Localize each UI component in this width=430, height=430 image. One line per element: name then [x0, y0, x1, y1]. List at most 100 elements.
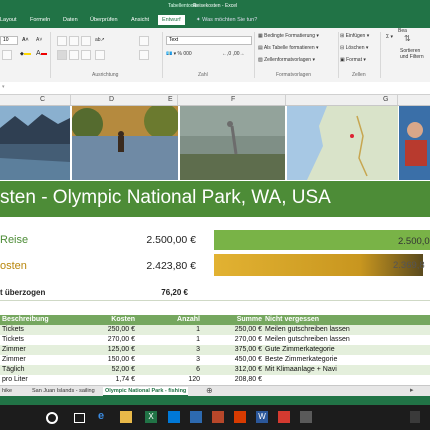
formula-bar[interactable]: ▾	[0, 82, 430, 95]
excel-icon[interactable]: X	[145, 411, 157, 423]
office-icon[interactable]	[234, 411, 246, 423]
group-label-number: Zahl	[198, 72, 208, 78]
column-header-d[interactable]: D	[109, 96, 114, 103]
orientation-icon[interactable]: ab↗	[95, 37, 105, 43]
table-row[interactable]: Tickets 270,00 € 1 270,00 € Meilen gutsc…	[0, 335, 430, 345]
app-icon[interactable]	[278, 411, 290, 423]
align-middle-icon[interactable]	[69, 36, 79, 46]
indent-icon[interactable]	[95, 50, 105, 60]
decimal-icon[interactable]: ←,0 ,00→	[222, 51, 245, 57]
format-as-table-button[interactable]: ▤ Als Tabelle formatieren ▾	[258, 45, 319, 51]
merge-center-icon[interactable]	[139, 50, 149, 60]
cell-summe: 270,00 €	[234, 336, 262, 343]
cell-beschreibung: Zimmer	[2, 356, 26, 363]
tab-formeln[interactable]: Formeln	[30, 17, 50, 23]
formula-expand-icon[interactable]: ▾	[2, 84, 5, 90]
header-anzahl[interactable]: Anzahl	[160, 316, 200, 323]
banner-title: sten - Olympic National Park, WA, USA	[0, 187, 331, 208]
cell-nicht-vergessen: Mit Klimaanlage + Navi	[265, 366, 337, 373]
align-center-icon[interactable]	[69, 50, 79, 60]
header-summe[interactable]: Summe	[222, 316, 262, 323]
add-sheet-icon[interactable]: ⊕	[206, 386, 213, 395]
ppt-icon[interactable]	[212, 411, 224, 423]
tab-ansicht[interactable]: Ansicht	[131, 17, 149, 23]
divider	[0, 300, 430, 301]
header-kosten[interactable]: Kosten	[95, 316, 135, 323]
column-header-g[interactable]: G	[383, 96, 388, 103]
borders-icon[interactable]	[2, 50, 12, 60]
sheet-tab-hike[interactable]: hike	[0, 387, 14, 395]
column-header-f[interactable]: F	[231, 96, 235, 103]
conditional-formatting-button[interactable]: ▦ Bedingte Formatierung ▾	[258, 33, 319, 39]
align-right-icon[interactable]	[81, 50, 91, 60]
cell-styles-button[interactable]: ▧ Zellenformatvorlagen ▾	[258, 57, 315, 63]
cell-nicht-vergessen: Gute Zimmerkategorie	[265, 346, 335, 353]
cell-beschreibung: Tickets	[2, 326, 24, 333]
app-icon[interactable]	[300, 411, 312, 423]
table-row[interactable]: pro Liter 1,74 € 120 208,80 €	[0, 375, 430, 385]
task-view-icon[interactable]	[74, 413, 85, 423]
title-bar: Tabellentools Reisekosten - Excel	[0, 0, 430, 14]
ribbon: 10 A˄ A˅ ◆ A ab↗ Ausrichtung Text 💶 ▾ % …	[0, 28, 430, 83]
column-header-c[interactable]: C	[40, 96, 45, 103]
sheet-tabs: hike San Juan Islands - sailing Olympic …	[0, 385, 430, 396]
cost-bar	[214, 254, 423, 276]
table-row[interactable]: Zimmer 125,00 € 3 375,00 € Gute Zimmerka…	[0, 345, 430, 355]
sort-filter-button[interactable]: Sortieren und Filtern	[400, 48, 430, 60]
cell-anzahl: 1	[196, 326, 200, 333]
cell-kosten: 125,00 €	[107, 346, 135, 353]
shrink-font-icon[interactable]: A˅	[36, 37, 42, 43]
sheet-tab-san-juan[interactable]: San Juan Islands - sailing	[30, 387, 97, 395]
cell-anzahl: 120	[188, 376, 200, 383]
cell-kosten: 270,00 €	[107, 336, 135, 343]
table-row[interactable]: Tickets 250,00 € 1 250,00 € Meilen gutsc…	[0, 325, 430, 335]
cell-kosten: 150,00 €	[107, 356, 135, 363]
taskbar: e X W	[0, 405, 430, 430]
scroll-right-icon[interactable]: ▸	[410, 386, 414, 394]
insert-button[interactable]: ⊞ Einfügen ▾	[340, 33, 369, 39]
edge-icon[interactable]: e	[98, 410, 110, 422]
cell-kosten: 1,74 €	[115, 376, 135, 383]
tab-entwurf[interactable]: Entwurf	[158, 15, 185, 25]
tab-daten[interactable]: Daten	[63, 17, 78, 23]
fill-color-icon[interactable]: ◆	[20, 51, 31, 57]
sheet-tab-olympic[interactable]: Olympic National Park - fishing	[103, 387, 189, 396]
autosum-icon[interactable]: Σ ▾	[386, 34, 393, 40]
word-icon[interactable]: W	[256, 411, 268, 423]
table-row[interactable]: Zimmer 150,00 € 3 450,00 € Beste Zimmerk…	[0, 355, 430, 365]
budget-label: Reise	[0, 234, 29, 246]
over-budget-label: t überzogen	[0, 288, 46, 297]
format-button[interactable]: ▣ Format ▾	[340, 57, 366, 63]
group-label-cells: Zellen	[352, 72, 366, 78]
cell-beschreibung: Täglich	[2, 366, 25, 373]
header-beschreibung[interactable]: Beschreibung	[2, 316, 49, 323]
store-icon[interactable]	[168, 411, 180, 423]
font-size-combo[interactable]: 10	[0, 36, 18, 45]
align-top-icon[interactable]	[57, 36, 67, 46]
tab-layout[interactable]: Layout	[0, 17, 17, 23]
tell-me-box[interactable]: ✦ Was möchten Sie tun?	[196, 17, 257, 23]
file-explorer-icon[interactable]	[120, 411, 132, 423]
photo-heron	[180, 106, 285, 180]
table-row[interactable]: Täglich 52,00 € 6 312,00 € Mit Klimaanla…	[0, 365, 430, 375]
number-format-combo[interactable]: Text	[166, 36, 252, 45]
column-header-e[interactable]: E	[168, 96, 173, 103]
wrap-text-icon[interactable]	[139, 36, 149, 46]
cell-nicht-vergessen: Beste Zimmerkategorie	[265, 356, 338, 363]
photo-lake-mountains	[0, 106, 70, 180]
notification-icon[interactable]	[410, 411, 420, 423]
align-left-icon[interactable]	[57, 50, 67, 60]
onenote-icon[interactable]	[190, 411, 202, 423]
cell-anzahl: 3	[196, 356, 200, 363]
tab-ueberpruefen[interactable]: Überprüfen	[90, 17, 118, 23]
header-nicht-vergessen[interactable]: Nicht vergessen	[265, 316, 319, 323]
align-bottom-icon[interactable]	[81, 36, 91, 46]
cost-bar-value: 2.369,8	[393, 260, 425, 271]
font-color-icon[interactable]: A	[36, 50, 47, 57]
photo-river-fishing	[72, 106, 178, 180]
grow-font-icon[interactable]: A˄	[22, 37, 29, 43]
cortana-icon[interactable]	[46, 412, 58, 424]
cell-summe: 375,00 €	[234, 346, 262, 353]
delete-button[interactable]: ⊟ Löschen ▾	[340, 45, 368, 51]
currency-icon[interactable]: 💶 ▾ % 000	[166, 51, 192, 57]
